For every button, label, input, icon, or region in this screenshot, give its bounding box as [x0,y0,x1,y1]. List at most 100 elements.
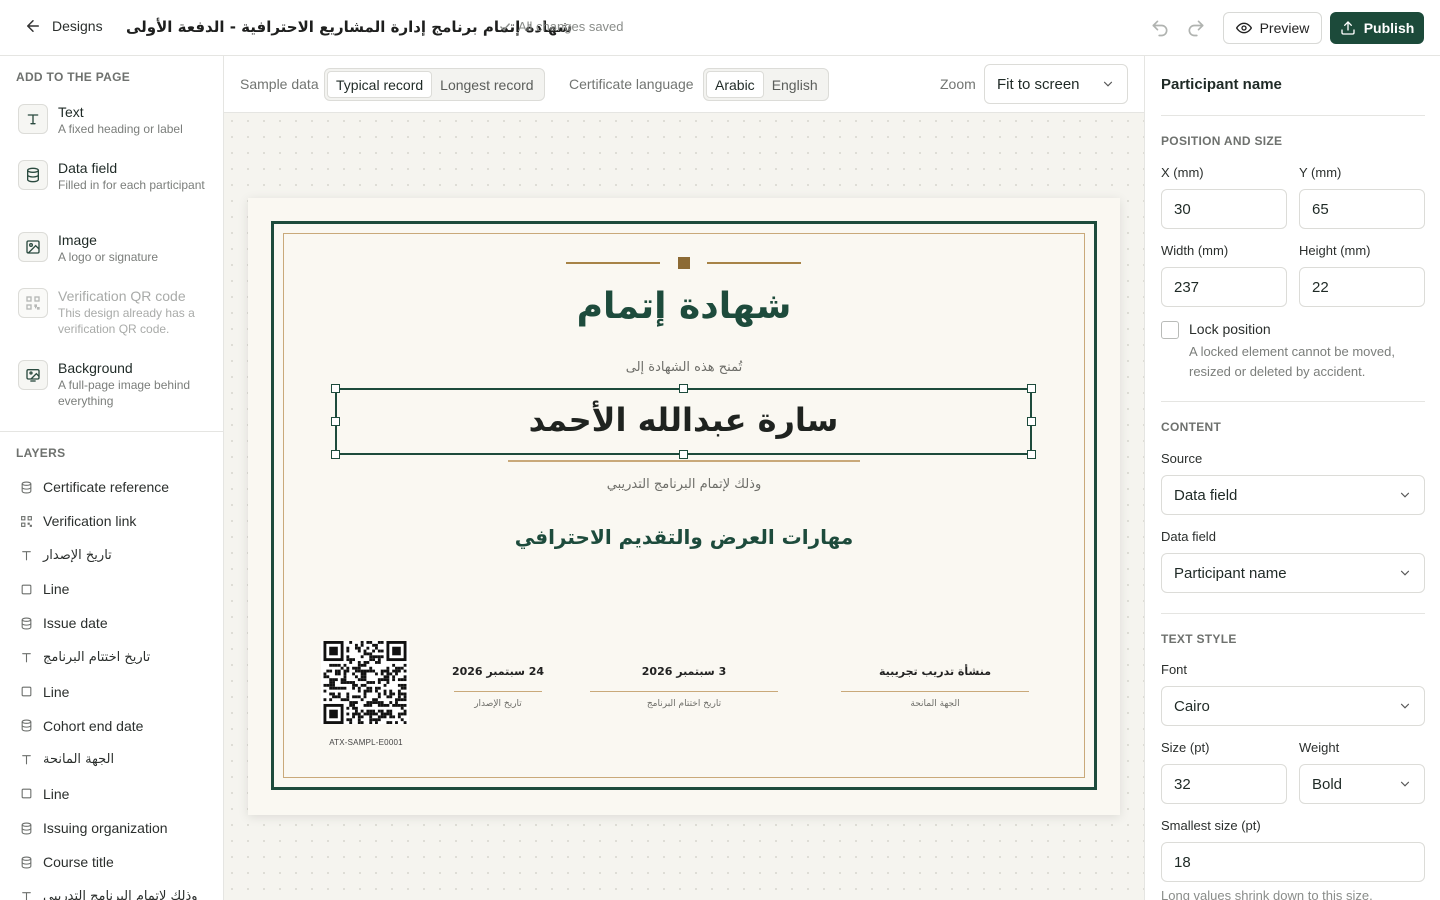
x-input[interactable]: 30 [1161,189,1287,229]
for-completing-text[interactable]: وذلك لإتمام البرنامج التدريبي [248,477,1120,492]
ornament-line-right [707,262,801,264]
font-select[interactable]: Cairo [1161,686,1425,726]
image-icon [18,232,48,262]
cohort-end-date-line[interactable] [590,691,778,692]
rectangle-icon [20,787,33,800]
source-value: Data field [1174,486,1238,504]
resize-handle-bottom-right[interactable] [1027,450,1036,459]
publish-button[interactable]: Publish [1330,12,1424,44]
sample-typical-option[interactable]: Typical record [327,71,433,98]
layer-item[interactable]: تاريخ الإصدار [20,545,112,565]
layer-item[interactable]: Cohort end date [20,716,143,736]
undo-icon[interactable] [1150,18,1170,38]
add-text-item[interactable]: Text A fixed heading or label [18,104,214,137]
shrink-hint: Long values shrink down to this size. [1161,888,1373,900]
layer-item[interactable]: وذلك لإتمام البرنامج التدريبي [20,886,198,900]
width-input[interactable]: 237 [1161,267,1287,307]
data-field-select[interactable]: Participant name [1161,553,1425,593]
cohort-end-date-label[interactable]: تاريخ اختتام البرنامج [590,699,778,709]
size-input[interactable]: 32 [1161,764,1287,804]
publish-label: Publish [1363,20,1415,36]
font-value: Cairo [1174,697,1210,715]
issue-date-label[interactable]: تاريخ الإصدار [436,699,560,709]
zoom-label: Zoom [940,76,976,92]
resize-handle-top[interactable] [679,384,688,393]
redo-icon[interactable] [1186,18,1206,38]
smallest-size-input[interactable]: 18 [1161,842,1425,882]
source-select[interactable]: Data field [1161,475,1425,515]
preview-label: Preview [1259,20,1310,36]
cohort-end-date-value[interactable]: 3 سبتمبر 2026 [590,665,778,678]
layer-label: الجهة المانحة [43,752,115,768]
database-icon [20,617,33,630]
chevron-down-icon [1400,703,1410,709]
layer-item[interactable]: تاريخ اختتام البرنامج [20,648,150,668]
design-canvas[interactable]: شهادة إتمام تُمنح هذه الشهادة إلى سارة ع… [224,113,1144,900]
layer-label: Course title [43,854,114,871]
layer-item[interactable]: Certificate reference [20,477,169,497]
add-item-desc: This design already has a verification Q… [58,306,195,336]
resize-handle-left[interactable] [331,417,340,426]
verification-qr-code[interactable] [321,641,409,724]
sample-longest-option[interactable]: Longest record [432,71,541,98]
resize-handle-top-left[interactable] [331,384,340,393]
chevron-down-icon [1103,81,1113,87]
layer-item[interactable]: Course title [20,852,114,872]
height-input[interactable]: 22 [1299,267,1425,307]
save-status: All changes saved [498,19,624,34]
sample-data-label: Sample data [240,76,319,92]
left-sidebar: ADD TO THE PAGE Text A fixed heading or … [0,56,224,900]
certificate-page[interactable]: شهادة إتمام تُمنح هذه الشهادة إلى سارة ع… [248,198,1120,815]
text-icon [20,549,33,562]
layer-item[interactable]: Issuing organization [20,818,168,838]
name-underline[interactable] [508,460,860,462]
add-background-item[interactable]: Background A full-page image behind ever… [18,360,214,409]
layer-item[interactable]: Line [20,682,69,702]
lock-position-checkbox[interactable] [1161,321,1179,339]
resize-handle-bottom[interactable] [679,450,688,459]
certificate-reference[interactable]: ATX-SAMPL-E0001 [304,738,428,747]
add-data-field-item[interactable]: Data field Filled in for each participan… [18,160,214,193]
x-value: 30 [1174,200,1191,218]
lock-position-label[interactable]: Lock position [1189,321,1271,337]
check-icon [500,22,510,31]
weight-select[interactable]: Bold [1299,764,1425,804]
add-image-item[interactable]: Image A logo or signature [18,232,214,265]
data-field-value: Participant name [1174,564,1287,582]
y-input[interactable]: 65 [1299,189,1425,229]
layer-item[interactable]: Line [20,579,69,599]
resize-handle-bottom-left[interactable] [331,450,340,459]
selection-box[interactable] [335,388,1032,455]
preview-button[interactable]: Preview [1223,12,1322,44]
add-to-page-heading: ADD TO THE PAGE [16,70,131,84]
width-value: 237 [1174,278,1200,296]
issuing-organization-label[interactable]: الجهة المانحة [841,699,1029,709]
issue-date-line[interactable] [454,691,542,692]
layer-item[interactable]: Verification link [20,511,136,531]
language-arabic-option[interactable]: Arabic [706,71,764,98]
certificate-title[interactable]: شهادة إتمام [248,286,1120,327]
resize-handle-right[interactable] [1027,417,1036,426]
add-item-desc: A logo or signature [58,250,159,264]
issue-date-value[interactable]: 24 سبتمبر 2026 [436,665,560,678]
smallest-size-value: 18 [1174,853,1191,871]
layer-label: Issuing organization [43,820,168,836]
text-style-heading: TEXT STYLE [1161,632,1237,646]
granted-to-text[interactable]: تُمنح هذه الشهادة إلى [248,360,1120,375]
layer-item[interactable]: Line [20,784,69,804]
resize-handle-top-right[interactable] [1027,384,1036,393]
language-english-option[interactable]: English [764,71,826,98]
layer-item[interactable]: الجهة المانحة [20,750,114,770]
text-icon [18,104,48,134]
content-heading: CONTENT [1161,420,1222,434]
y-label: Y (mm) [1299,165,1342,180]
add-item-desc: A full-page image behind everything [58,378,191,408]
issuing-organization-line[interactable] [841,691,1029,692]
back-to-designs-link[interactable]: Designs [24,17,103,35]
zoom-select[interactable]: Fit to screen [984,64,1128,104]
layer-item[interactable]: Issue date [20,613,108,633]
panel-divider [1161,613,1425,614]
issuing-organization-value[interactable]: منشأة تدريب تجريبية [841,665,1029,678]
course-title-field[interactable]: مهارات العرض والتقديم الاحترافي [248,525,1120,549]
eye-icon [1235,22,1252,34]
